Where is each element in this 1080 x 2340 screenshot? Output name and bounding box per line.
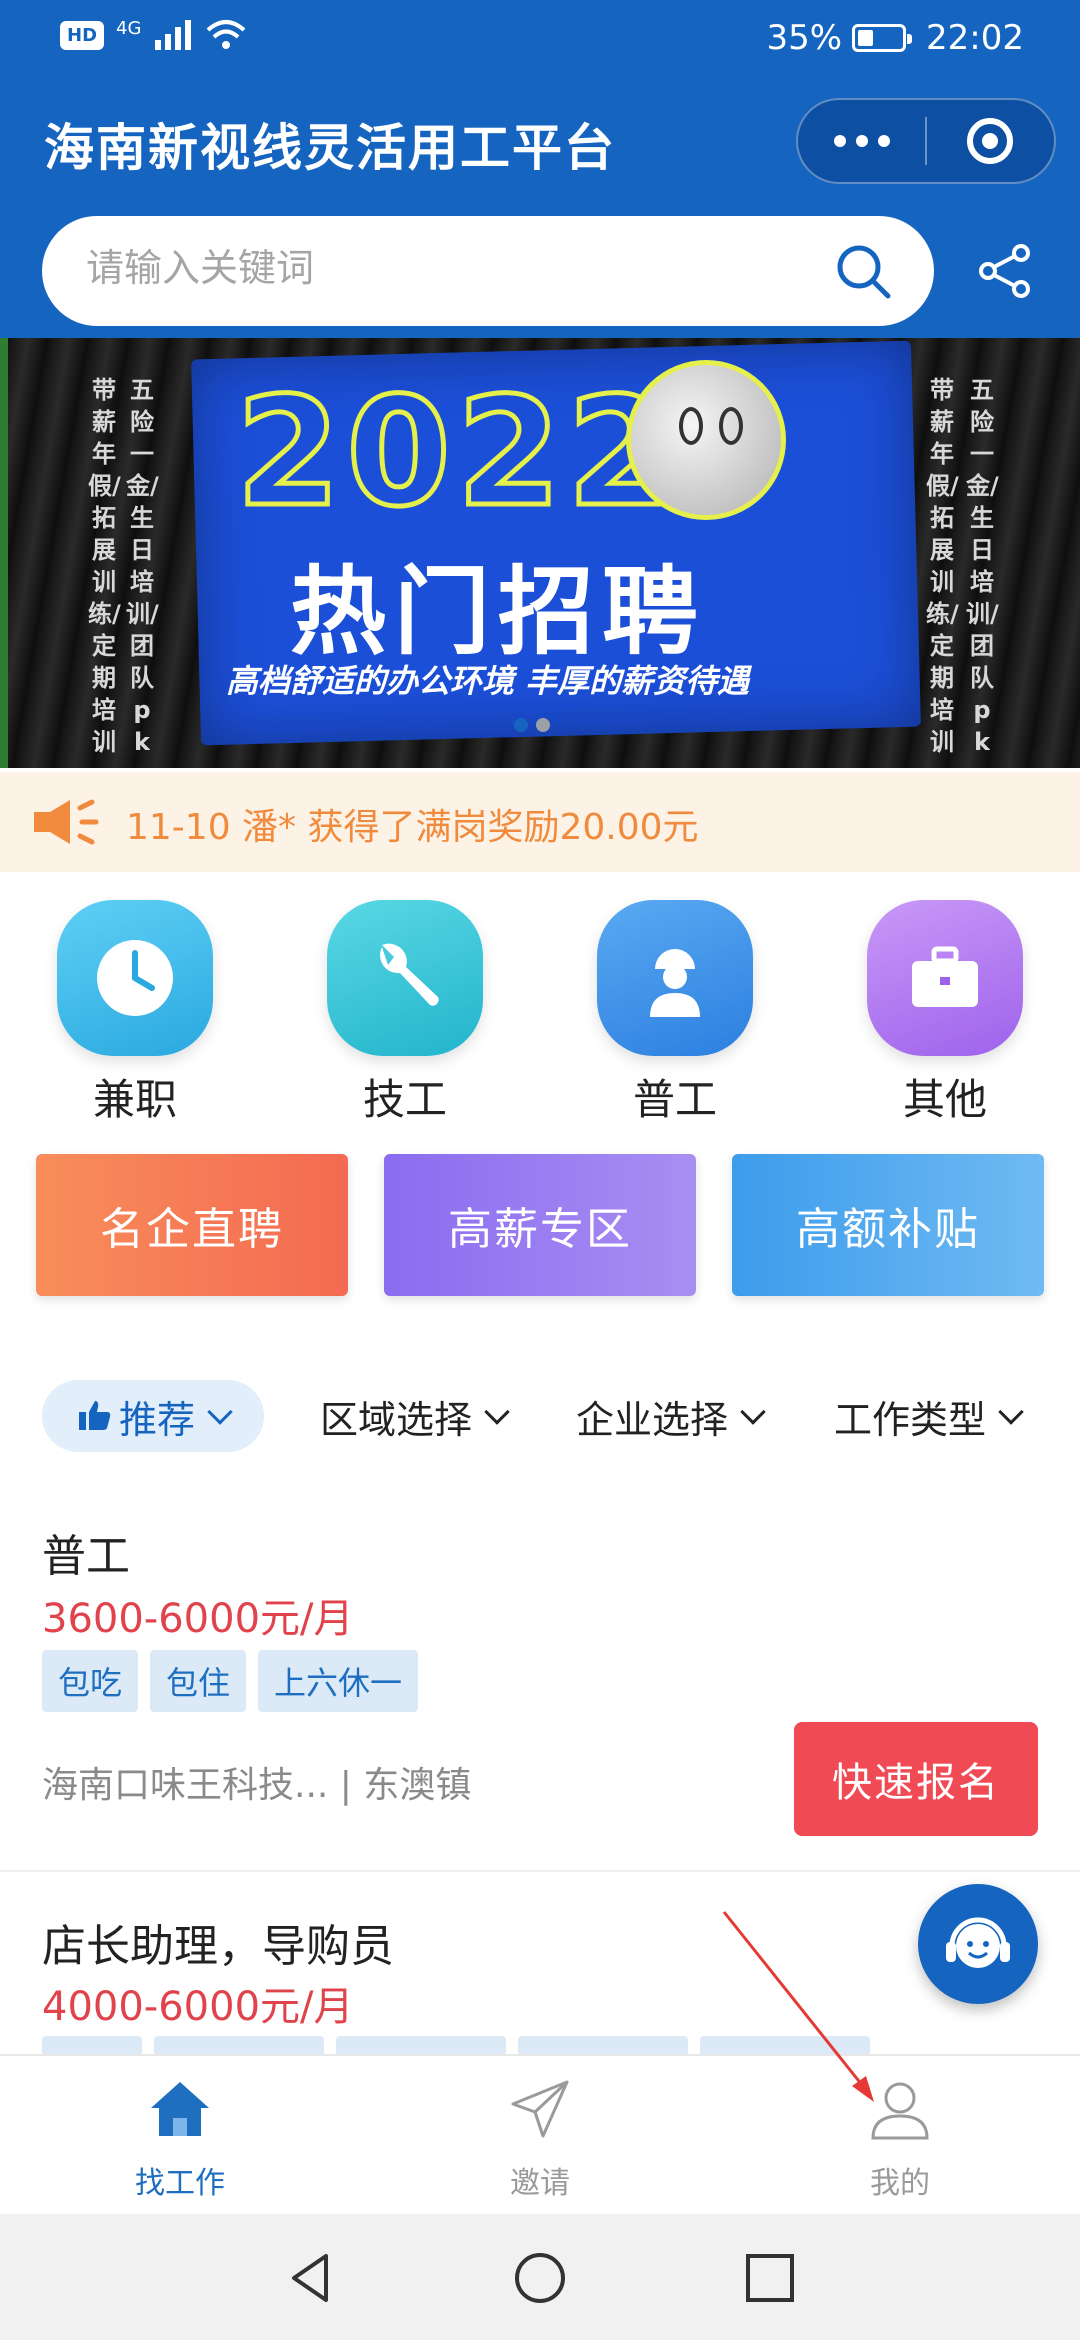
wifi-icon	[207, 20, 246, 49]
chevron-down-icon	[740, 1399, 766, 1425]
recents-icon[interactable]	[742, 2250, 798, 2306]
chevron-down-icon	[207, 1399, 233, 1425]
status-left: HD 4G	[60, 18, 247, 52]
job-salary: 4000-6000元/月	[42, 1984, 354, 2030]
search-bar	[42, 216, 934, 326]
more-dots-icon	[833, 135, 890, 147]
category-label: 技工	[362, 1075, 447, 1124]
job-tags	[42, 2036, 870, 2056]
job-title: 店长助理，导购员	[42, 1921, 394, 1972]
thumbs-up-icon	[78, 1401, 111, 1430]
back-icon[interactable]	[282, 2250, 338, 2306]
status-right: 35% 22:02	[766, 18, 1024, 58]
pager-dot	[514, 718, 528, 732]
filter-label: 推荐	[118, 1397, 195, 1442]
chevron-down-icon	[484, 1399, 510, 1425]
job-tag: 包吃	[42, 1650, 139, 1712]
smiley-icon	[626, 360, 786, 520]
category-general-worker[interactable]: 普工	[590, 900, 760, 1127]
job-tag	[700, 2036, 870, 2056]
banner-side-text: 带薪年假/拓展训练/定期培训	[88, 376, 121, 756]
filter-company[interactable]: 企业选择	[576, 1380, 766, 1452]
tab-find-job[interactable]: 找工作	[80, 2074, 280, 2202]
category-label: 兼职	[92, 1075, 177, 1124]
clock-time: 22:02	[926, 18, 1024, 58]
pager-dot	[536, 718, 550, 732]
status-bar: HD 4G 35% 22:02	[0, 0, 1080, 80]
search-input[interactable]	[86, 246, 806, 290]
job-tag	[336, 2036, 506, 2056]
wrench-icon	[327, 900, 483, 1056]
job-tag	[42, 2036, 142, 2056]
filter-label: 企业选择	[576, 1397, 729, 1442]
divider	[0, 1870, 1080, 1872]
more-button[interactable]	[798, 100, 925, 182]
banner-year: 2022	[233, 364, 678, 543]
filter-label: 区域选择	[320, 1397, 473, 1442]
speaker-icon	[34, 799, 99, 845]
worker-icon	[597, 900, 753, 1056]
headset-icon	[946, 1917, 1010, 1968]
filter-job-type[interactable]: 工作类型	[834, 1380, 1024, 1452]
notice-bar[interactable]: 11-10 潘* 获得了满岗奖励20.00元	[0, 772, 1080, 872]
banner-side-text: 带薪年假/拓展训练/定期培训	[926, 376, 959, 756]
send-icon	[511, 2080, 569, 2138]
tab-label: 邀请	[510, 2166, 570, 2201]
customer-service-button[interactable]	[918, 1884, 1038, 2004]
tab-invite[interactable]: 邀请	[440, 2074, 640, 2202]
promo-famous-companies[interactable]: 名企直聘	[36, 1154, 348, 1296]
battery-fill	[858, 30, 873, 46]
target-icon	[967, 118, 1014, 164]
quick-apply-button[interactable]: 快速报名	[794, 1722, 1038, 1836]
job-tag: 上六休一	[258, 1650, 419, 1712]
close-miniprogram-button[interactable]	[927, 100, 1054, 182]
banner-slogan: 高档舒适的办公环境 丰厚的薪资待遇	[226, 662, 750, 700]
share-icon[interactable]	[976, 242, 1034, 300]
signal-icon	[155, 20, 192, 50]
tab-mine[interactable]: 我的	[800, 2074, 1000, 2202]
banner-pager	[514, 718, 550, 732]
category-label: 其他	[902, 1075, 987, 1124]
job-company: 海南口味王科技... | 东澳镇	[42, 1765, 472, 1806]
filter-recommend[interactable]: 推荐	[42, 1380, 264, 1452]
briefcase-icon	[867, 900, 1023, 1056]
filter-area[interactable]: 区域选择	[320, 1380, 510, 1452]
chevron-down-icon	[998, 1399, 1024, 1425]
tab-label: 找工作	[135, 2166, 225, 2201]
banner-carousel[interactable]: 带薪年假/拓展训练/定期培训 五险一金/生日培训/团队pk 带薪年假/拓展训练/…	[0, 338, 1080, 768]
job-tag	[518, 2036, 688, 2056]
page-title: 海南新视线灵活用工平台	[44, 119, 616, 177]
banner-side-text: 五险一金/生日培训/团队pk	[966, 376, 999, 756]
banner-side-text: 五险一金/生日培训/团队pk	[126, 376, 159, 756]
network-label: 4G	[116, 17, 142, 39]
home-icon	[151, 2082, 209, 2136]
user-icon	[871, 2082, 929, 2140]
job-salary: 3600-6000元/月	[42, 1596, 354, 1642]
battery-percent: 35%	[766, 18, 843, 58]
category-label: 普工	[632, 1075, 717, 1124]
promo-high-salary[interactable]: 高薪专区	[384, 1154, 696, 1296]
tab-label: 我的	[870, 2166, 930, 2201]
category-technician[interactable]: 技工	[320, 900, 490, 1127]
job-tag: 包住	[150, 1650, 247, 1712]
header: HD 4G 35% 22:02 海南新视线灵活用工平台	[0, 0, 1080, 338]
banner-headline: 热门招聘	[290, 556, 706, 668]
battery-icon	[852, 24, 913, 52]
job-tag	[154, 2036, 324, 2056]
job-tags: 包吃 包住 上六休一	[42, 1650, 419, 1712]
hd-badge: HD	[60, 20, 105, 50]
search-icon[interactable]	[832, 240, 894, 302]
mini-program-capsule	[796, 98, 1056, 184]
clock-icon	[57, 900, 213, 1056]
bottom-tab-bar: 找工作 邀请 我的	[0, 2054, 1080, 2214]
category-part-time[interactable]: 兼职	[50, 900, 220, 1127]
home-circle-icon[interactable]	[512, 2250, 568, 2306]
promo-subsidy[interactable]: 高额补贴	[732, 1154, 1044, 1296]
notice-text: 11-10 潘* 获得了满岗奖励20.00元	[126, 807, 699, 848]
filter-label: 工作类型	[834, 1397, 987, 1442]
banner-prev-edge	[0, 338, 8, 768]
job-title: 普工	[42, 1531, 130, 1582]
system-nav-bar	[0, 2214, 1080, 2340]
category-other[interactable]: 其他	[860, 900, 1030, 1127]
